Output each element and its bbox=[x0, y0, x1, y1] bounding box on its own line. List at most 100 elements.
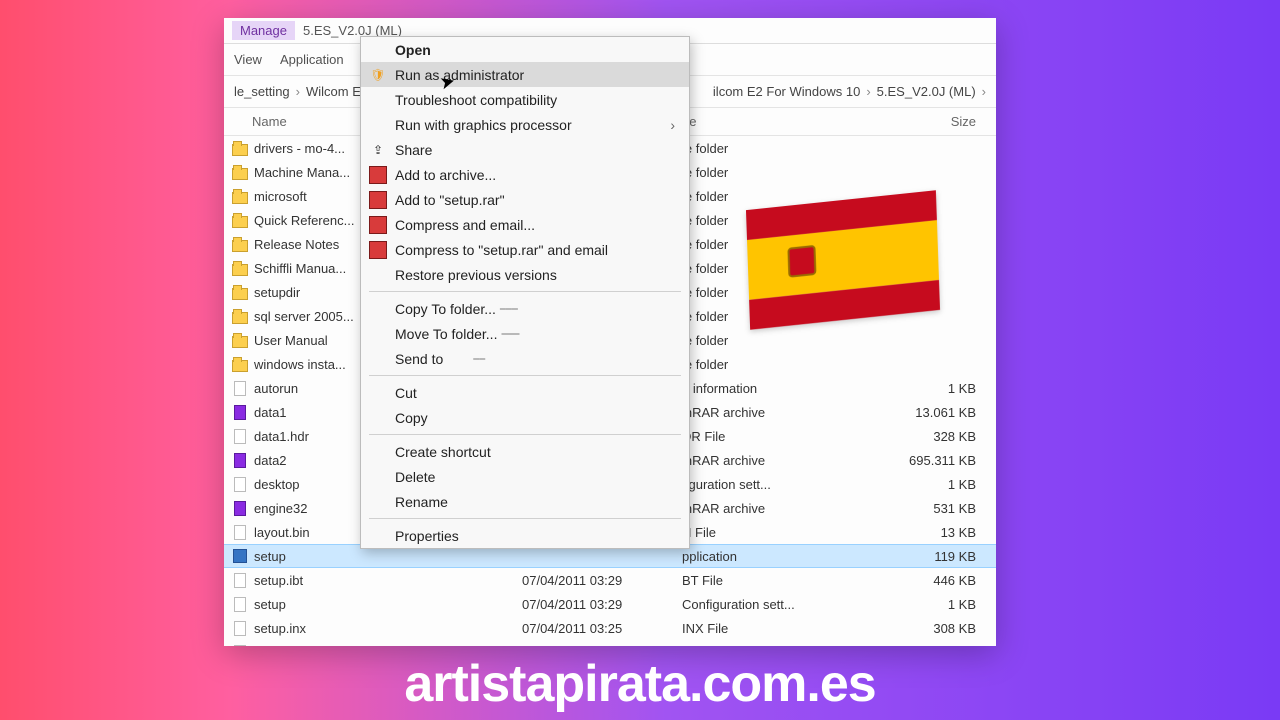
file-size: 328 KB bbox=[812, 429, 996, 444]
file-size: 1 KB bbox=[812, 381, 996, 396]
ctx-rename[interactable]: Rename bbox=[361, 489, 689, 514]
file-type: BT File bbox=[682, 573, 812, 588]
file-icon bbox=[232, 644, 248, 646]
spain-flag-icon bbox=[746, 190, 940, 330]
ctx-run-graphics[interactable]: Run with graphics processor› bbox=[361, 112, 689, 137]
file-type: ISN File bbox=[682, 645, 812, 647]
file-type: pplication bbox=[682, 549, 812, 564]
folder-icon bbox=[232, 164, 248, 180]
file-icon bbox=[232, 620, 248, 636]
ctx-open[interactable]: Open bbox=[361, 37, 689, 62]
ctx-run-as-admin[interactable]: 🛡 Run as administrator bbox=[361, 62, 689, 87]
file-name: microsoft bbox=[254, 189, 307, 204]
file-type: Configuration sett... bbox=[682, 597, 812, 612]
file-name: setup bbox=[254, 549, 286, 564]
folder-icon bbox=[232, 284, 248, 300]
file-name: drivers - mo-4... bbox=[254, 141, 345, 156]
file-name: data2 bbox=[254, 453, 287, 468]
file-size: 308 KB bbox=[812, 621, 996, 636]
folder-icon bbox=[232, 356, 248, 372]
folder-icon bbox=[232, 236, 248, 252]
file-type: N File bbox=[682, 525, 812, 540]
breadcrumb-seg[interactable]: ilcom E2 For Windows 10 bbox=[713, 84, 860, 99]
folder-icon bbox=[232, 260, 248, 276]
file-name: engine32 bbox=[254, 501, 308, 516]
file-name: layout.bin bbox=[254, 525, 310, 540]
menu-view[interactable]: View bbox=[234, 52, 262, 67]
file-type: le folder bbox=[682, 357, 812, 372]
file-size: 13.061 KB bbox=[812, 405, 996, 420]
ctx-add-setup-rar[interactable]: Add to "setup.rar" bbox=[361, 187, 689, 212]
ctx-delete[interactable]: Delete bbox=[361, 464, 689, 489]
folder-icon bbox=[232, 332, 248, 348]
file-type: p information bbox=[682, 381, 812, 396]
ctx-copy[interactable]: Copy bbox=[361, 405, 689, 430]
file-name: Machine Mana... bbox=[254, 165, 350, 180]
ctx-copy-to[interactable]: Copy To folder...⎯⎯⎯ bbox=[361, 296, 689, 321]
ctx-move-to[interactable]: Move To folder...⎯⎯⎯ bbox=[361, 321, 689, 346]
chevron-right-icon: › bbox=[670, 117, 675, 133]
file-type: le folder bbox=[682, 189, 812, 204]
file-row[interactable]: setup07/04/2011 03:29Configuration sett.… bbox=[224, 592, 996, 616]
chevron-right-icon: › bbox=[982, 84, 986, 99]
file-name: data1.hdr bbox=[254, 429, 309, 444]
column-size[interactable]: Size bbox=[812, 114, 996, 129]
file-name: Release Notes bbox=[254, 237, 339, 252]
file-type: inRAR archive bbox=[682, 453, 812, 468]
file-name: Quick Referenc... bbox=[254, 213, 354, 228]
ctx-separator bbox=[369, 291, 681, 292]
share-icon: ⇪ bbox=[369, 141, 387, 159]
ctx-troubleshoot[interactable]: Troubleshoot compatibility bbox=[361, 87, 689, 112]
ctx-compress-setup-email[interactable]: Compress to "setup.rar" and email bbox=[361, 237, 689, 262]
file-type: figuration sett... bbox=[682, 477, 812, 492]
file-icon bbox=[232, 428, 248, 444]
titlebar-manage-tab[interactable]: Manage bbox=[232, 21, 295, 40]
ctx-compress-email[interactable]: Compress and email... bbox=[361, 212, 689, 237]
file-size: 446 KB bbox=[812, 573, 996, 588]
file-name: desktop bbox=[254, 477, 300, 492]
file-icon bbox=[232, 524, 248, 540]
file-type: le folder bbox=[682, 165, 812, 180]
ctx-create-shortcut[interactable]: Create shortcut bbox=[361, 439, 689, 464]
winrar-icon bbox=[369, 241, 387, 259]
file-icon bbox=[232, 596, 248, 612]
menu-application[interactable]: Application bbox=[280, 52, 344, 67]
file-name: sql server 2005... bbox=[254, 309, 354, 324]
file-type: inRAR archive bbox=[682, 501, 812, 516]
file-date: 07/04/2011 03:29 bbox=[522, 573, 682, 588]
file-icon bbox=[232, 572, 248, 588]
breadcrumb-seg[interactable]: le_setting bbox=[234, 84, 290, 99]
ctx-add-archive[interactable]: Add to archive... bbox=[361, 162, 689, 187]
file-name: setup bbox=[254, 597, 286, 612]
file-size: 1 KB bbox=[812, 477, 996, 492]
ctx-separator bbox=[369, 518, 681, 519]
ctx-send-to[interactable]: Send to⎯⎯ bbox=[361, 346, 689, 371]
file-name: data1 bbox=[254, 405, 287, 420]
winrar-icon bbox=[369, 191, 387, 209]
ctx-restore-versions[interactable]: Restore previous versions bbox=[361, 262, 689, 287]
file-name: autorun bbox=[254, 381, 298, 396]
file-icon bbox=[232, 380, 248, 396]
file-name: windows insta... bbox=[254, 357, 346, 372]
file-size: 1 KB bbox=[812, 597, 996, 612]
file-type: le folder bbox=[682, 141, 812, 156]
file-row[interactable]: setup.isn23/01/2011 22:02ISN File1.023 K… bbox=[224, 640, 996, 646]
file-name: User Manual bbox=[254, 333, 328, 348]
file-name: setupdir bbox=[254, 285, 300, 300]
file-type: inRAR archive bbox=[682, 405, 812, 420]
file-date: 07/04/2011 03:25 bbox=[522, 621, 682, 636]
file-row[interactable]: setup.ibt 07/04/2011 03:29BT File446 KB bbox=[224, 568, 996, 592]
chevron-right-icon: › bbox=[296, 84, 300, 99]
ctx-share[interactable]: ⇪ Share bbox=[361, 137, 689, 162]
winrar-icon bbox=[369, 216, 387, 234]
file-type: INX File bbox=[682, 621, 812, 636]
shield-icon: 🛡 bbox=[369, 66, 387, 84]
file-row[interactable]: setup.inx07/04/2011 03:25INX File308 KB bbox=[224, 616, 996, 640]
ctx-cut[interactable]: Cut bbox=[361, 380, 689, 405]
breadcrumb-seg[interactable]: 5.ES_V2.0J (ML) bbox=[877, 84, 976, 99]
column-type[interactable]: pe bbox=[682, 114, 812, 129]
ctx-properties[interactable]: Properties bbox=[361, 523, 689, 548]
file-size: 119 KB bbox=[812, 549, 996, 564]
file-size: 13 KB bbox=[812, 525, 996, 540]
file-name: setup.ibt bbox=[254, 573, 303, 588]
